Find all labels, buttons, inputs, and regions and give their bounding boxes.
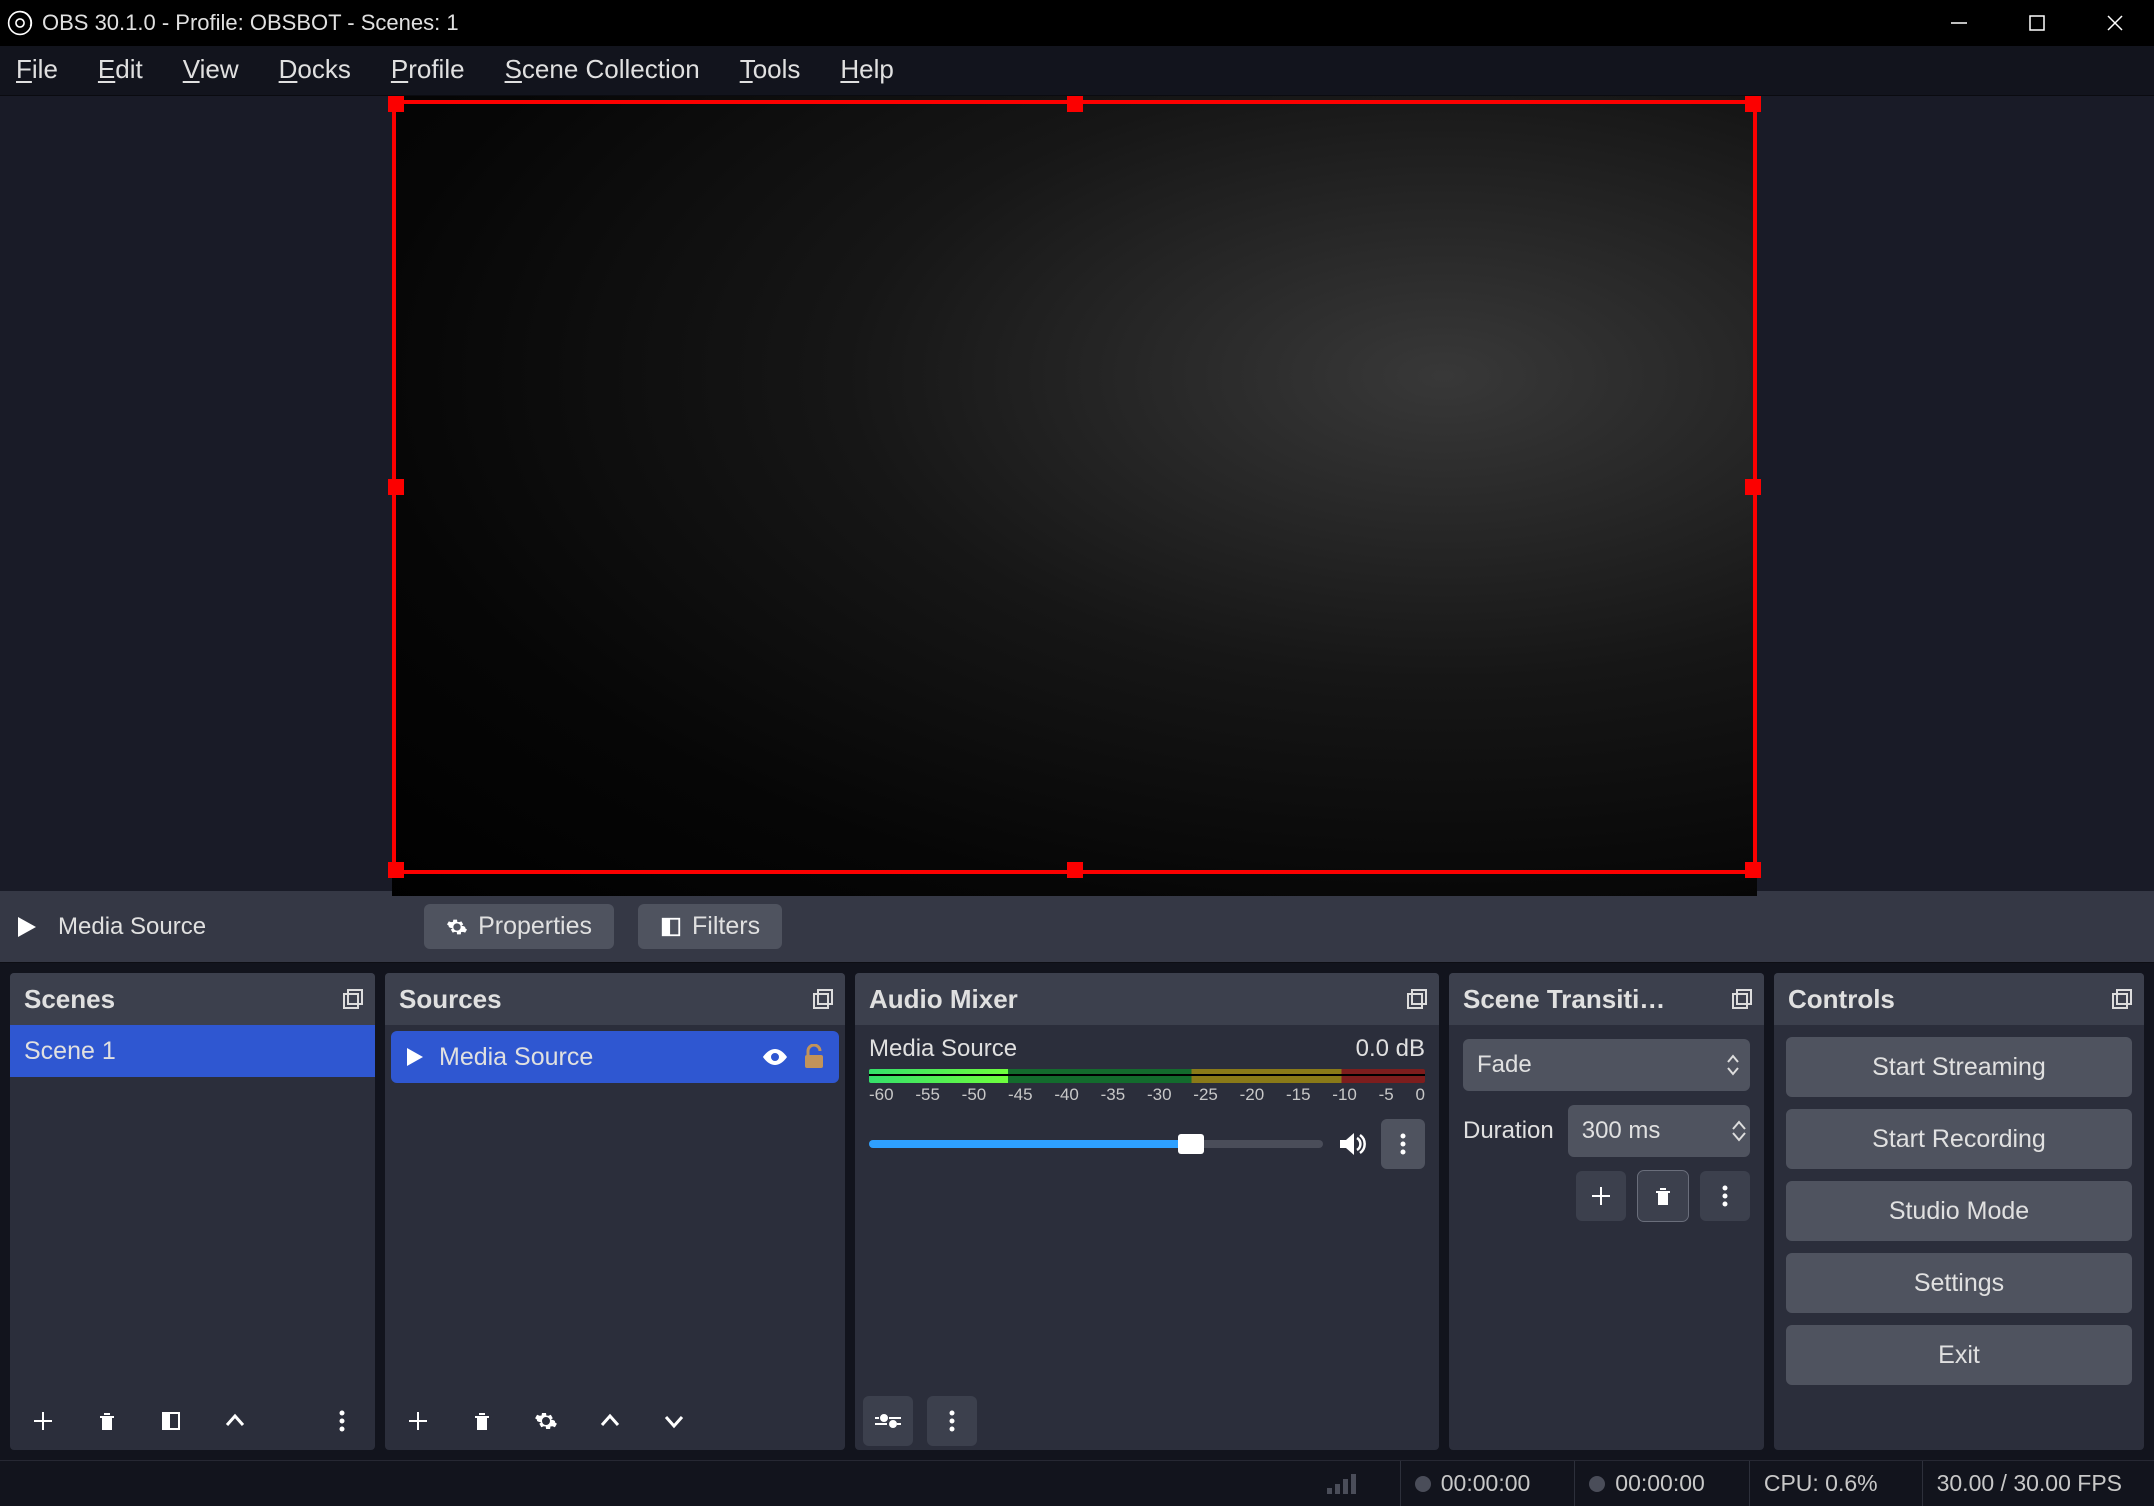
sources-panel: Sources Media Source — [385, 973, 845, 1450]
resize-handle-bl[interactable] — [388, 862, 404, 878]
transitions-title: Scene Transiti… — [1463, 984, 1665, 1015]
speaker-icon[interactable] — [1337, 1129, 1367, 1159]
network-bars-icon — [1327, 1474, 1356, 1494]
exit-button[interactable]: Exit — [1786, 1325, 2132, 1385]
cpu-usage: CPU: 0.6% — [1764, 1470, 1878, 1497]
start-streaming-button[interactable]: Start Streaming — [1786, 1037, 2132, 1097]
popout-icon[interactable] — [341, 987, 365, 1011]
selection-outline[interactable] — [392, 100, 1757, 874]
menu-help[interactable]: Help — [834, 52, 899, 87]
filters-label: Filters — [692, 912, 760, 941]
menu-bar: File Edit View Docks Profile Scene Colle… — [0, 46, 2154, 96]
select-arrows-icon — [1726, 1054, 1740, 1076]
source-item[interactable]: Media Source — [391, 1031, 839, 1083]
resize-handle-ml[interactable] — [388, 479, 404, 495]
duration-spinner[interactable]: 300 ms — [1568, 1105, 1750, 1157]
menu-docks[interactable]: Docks — [273, 52, 357, 87]
popout-icon[interactable] — [1730, 987, 1754, 1011]
menu-view[interactable]: View — [177, 52, 245, 87]
scene-item-label: Scene 1 — [24, 1037, 116, 1066]
visibility-eye-icon[interactable] — [761, 1047, 789, 1067]
window-title: OBS 30.1.0 - Profile: OBSBOT - Scenes: 1 — [42, 10, 1920, 36]
source-properties-button[interactable] — [521, 1396, 571, 1446]
volume-slider[interactable] — [869, 1140, 1323, 1148]
play-icon[interactable] — [16, 915, 38, 939]
resize-handle-tr[interactable] — [1745, 96, 1761, 112]
transition-menu-button[interactable] — [1700, 1171, 1750, 1221]
popout-icon[interactable] — [811, 987, 835, 1011]
resize-handle-bm[interactable] — [1067, 862, 1083, 878]
source-toolbar: Media Source Properties Filters — [0, 891, 2154, 963]
controls-panel: Controls Start Streaming Start Recording… — [1774, 973, 2144, 1450]
filters-button[interactable]: Filters — [638, 904, 782, 949]
record-time: 00:00:00 — [1615, 1470, 1705, 1497]
move-scene-up-button[interactable] — [210, 1396, 260, 1446]
scene-item[interactable]: Scene 1 — [10, 1025, 375, 1077]
move-source-up-button[interactable] — [585, 1396, 635, 1446]
record-status-dot-icon — [1589, 1476, 1605, 1492]
duration-value: 300 ms — [1582, 1117, 1722, 1145]
resize-handle-mr[interactable] — [1745, 479, 1761, 495]
preview-canvas[interactable] — [392, 96, 1757, 896]
resize-handle-tl[interactable] — [388, 96, 404, 112]
mixer-title: Audio Mixer — [869, 984, 1018, 1015]
obs-logo-icon — [6, 9, 34, 37]
popout-icon[interactable] — [1405, 987, 1429, 1011]
preview-area[interactable] — [0, 96, 2154, 891]
media-play-icon — [405, 1046, 425, 1068]
close-button[interactable] — [2076, 0, 2154, 46]
maximize-button[interactable] — [1998, 0, 2076, 46]
transition-select-value: Fade — [1477, 1051, 1726, 1079]
audio-track: Media Source 0.0 dB -60-55-50-45-40-35-3… — [855, 1025, 1439, 1169]
scenes-panel: Scenes Scene 1 — [10, 973, 375, 1450]
mixer-advanced-button[interactable] — [863, 1396, 913, 1446]
duration-label: Duration — [1463, 1117, 1554, 1145]
start-recording-button[interactable]: Start Recording — [1786, 1109, 2132, 1169]
fps-readout: 30.00 / 30.00 FPS — [1937, 1470, 2122, 1497]
track-level: 0.0 dB — [1356, 1035, 1425, 1063]
lock-icon[interactable] — [803, 1044, 825, 1070]
scene-menu-button[interactable] — [317, 1396, 367, 1446]
source-item-label: Media Source — [439, 1043, 593, 1072]
popout-icon[interactable] — [2110, 987, 2134, 1011]
stream-status-dot-icon — [1415, 1476, 1431, 1492]
title-bar: OBS 30.1.0 - Profile: OBSBOT - Scenes: 1 — [0, 0, 2154, 46]
transition-select[interactable]: Fade — [1463, 1039, 1750, 1091]
controls-title: Controls — [1788, 984, 1895, 1015]
menu-edit[interactable]: Edit — [92, 52, 149, 87]
scene-filters-button[interactable] — [146, 1396, 196, 1446]
settings-button[interactable]: Settings — [1786, 1253, 2132, 1313]
mixer-menu-button[interactable] — [927, 1396, 977, 1446]
audio-mixer-panel: Audio Mixer Media Source 0.0 dB -60-55-5… — [855, 973, 1439, 1450]
remove-transition-button[interactable] — [1638, 1171, 1688, 1221]
transitions-panel: Scene Transiti… Fade Duration 300 ms — [1449, 973, 1764, 1450]
remove-source-button[interactable] — [457, 1396, 507, 1446]
level-meter — [869, 1069, 1425, 1083]
sources-title: Sources — [399, 984, 502, 1015]
studio-mode-button[interactable]: Studio Mode — [1786, 1181, 2132, 1241]
properties-label: Properties — [478, 912, 592, 941]
scenes-title: Scenes — [24, 984, 115, 1015]
menu-scene-collection[interactable]: Scene Collection — [499, 52, 706, 87]
add-scene-button[interactable] — [18, 1396, 68, 1446]
status-bar: 00:00:00 00:00:00 CPU: 0.6% 30.00 / 30.0… — [0, 1460, 2154, 1506]
add-source-button[interactable] — [393, 1396, 443, 1446]
selected-source-name: Media Source — [58, 913, 206, 941]
menu-tools[interactable]: Tools — [734, 52, 807, 87]
track-name: Media Source — [869, 1035, 1017, 1063]
track-menu-button[interactable] — [1381, 1119, 1425, 1169]
resize-handle-br[interactable] — [1745, 862, 1761, 878]
add-transition-button[interactable] — [1576, 1171, 1626, 1221]
properties-button[interactable]: Properties — [424, 904, 614, 949]
minimize-button[interactable] — [1920, 0, 1998, 46]
menu-file[interactable]: File — [10, 52, 64, 87]
move-source-down-button[interactable] — [649, 1396, 699, 1446]
db-scale: -60-55-50-45-40-35-30-25-20-15-10-50 — [869, 1085, 1425, 1105]
remove-scene-button[interactable] — [82, 1396, 132, 1446]
spinner-arrows-icon[interactable] — [1732, 1120, 1746, 1142]
stream-time: 00:00:00 — [1441, 1470, 1531, 1497]
resize-handle-tm[interactable] — [1067, 96, 1083, 112]
menu-profile[interactable]: Profile — [385, 52, 471, 87]
